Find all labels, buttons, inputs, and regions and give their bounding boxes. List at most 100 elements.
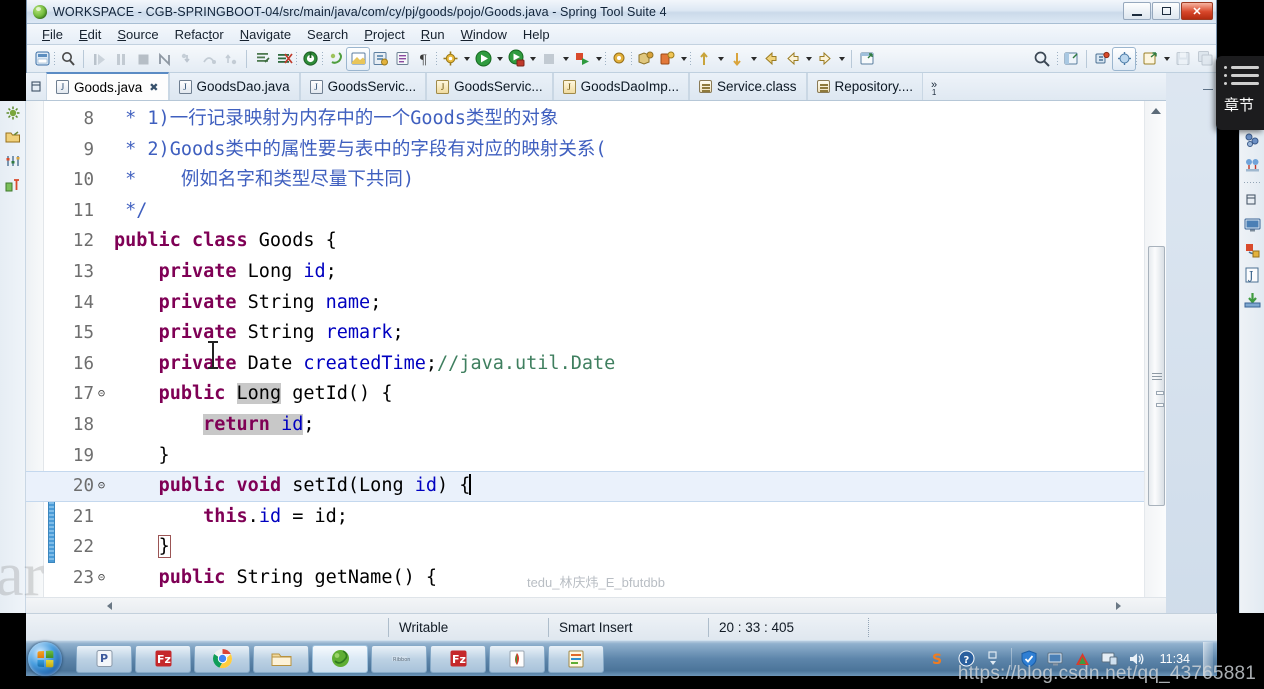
- validate-icon[interactable]: [391, 48, 413, 70]
- new-java-package-icon[interactable]: [634, 48, 656, 70]
- menu-run[interactable]: Run: [413, 26, 453, 43]
- code-line-14[interactable]: 14 private String name;: [26, 288, 1144, 319]
- menu-edit[interactable]: Edit: [71, 26, 109, 43]
- menu-refactor[interactable]: Refactor: [167, 26, 232, 43]
- step-over-icon[interactable]: [198, 48, 220, 70]
- close-button[interactable]: ✕: [1181, 2, 1213, 20]
- disconnect-icon[interactable]: [154, 48, 176, 70]
- code-line-10[interactable]: 10 * 例如名字和类型尽量下共同): [26, 165, 1144, 196]
- tab-goods-java[interactable]: Goods.java ✖: [46, 72, 169, 100]
- fold-toggle-icon[interactable]: [96, 480, 107, 491]
- remove-all-breakpoints-icon[interactable]: [273, 48, 295, 70]
- menu-file[interactable]: File: [34, 26, 71, 43]
- search-icon[interactable]: [1028, 48, 1056, 70]
- terminate-icon[interactable]: [132, 48, 154, 70]
- taskbar-item-chrome[interactable]: [194, 644, 250, 673]
- code-editor[interactable]: 8 * 1)一行记录映射为内存中的一个Goods类型的对象 9 * 2)Good…: [26, 101, 1166, 613]
- suspend-icon[interactable]: [110, 48, 132, 70]
- java-ee-perspective-icon[interactable]: [1091, 48, 1113, 70]
- minimize-view-icon[interactable]: [1203, 84, 1213, 90]
- debug-dropdown-icon[interactable]: [527, 49, 538, 69]
- new-class-dropdown-icon[interactable]: [678, 49, 689, 69]
- taskbar-item-filezilla-2[interactable]: Fz: [430, 644, 486, 673]
- spring-boot-dashboard-icon[interactable]: [3, 103, 23, 123]
- menu-search[interactable]: Search: [299, 26, 356, 43]
- external-tools-icon[interactable]: [439, 48, 461, 70]
- menu-project[interactable]: Project: [356, 26, 412, 43]
- boot-dashboard-icon[interactable]: [299, 48, 321, 70]
- taskbar-item-explorer[interactable]: [253, 644, 309, 673]
- open-perspective-icon[interactable]: [1060, 48, 1082, 70]
- new-dropdown-icon[interactable]: [1161, 49, 1172, 69]
- run-dropdown-icon[interactable]: [494, 49, 505, 69]
- taskbar-item-filezilla[interactable]: Fz: [135, 644, 191, 673]
- prev-annotation-dropdown-icon[interactable]: [715, 49, 726, 69]
- show-debug-view-icon[interactable]: [251, 48, 273, 70]
- taskbar-item-notes-app[interactable]: [548, 644, 604, 673]
- tab-service-class[interactable]: Service.class: [688, 73, 807, 100]
- next-annotation-dropdown-icon[interactable]: [748, 49, 759, 69]
- tab-goodsservice-1[interactable]: GoodsServic...: [299, 73, 427, 100]
- tab-overflow-indicator[interactable]: » 1: [931, 80, 937, 100]
- code-text-area[interactable]: 8 * 1)一行记录映射为内存中的一个Goods类型的对象 9 * 2)Good…: [26, 101, 1144, 613]
- outline-icon[interactable]: [1242, 130, 1262, 150]
- forward-icon[interactable]: [814, 48, 836, 70]
- inspect-icon[interactable]: [57, 48, 79, 70]
- scroll-right-icon[interactable]: [1116, 601, 1126, 611]
- previous-annotation-icon[interactable]: [693, 48, 715, 70]
- code-line-18[interactable]: 18 return id;: [26, 410, 1144, 441]
- new-icon[interactable]: [1139, 48, 1161, 70]
- tab-goodsdao-java[interactable]: GoodsDao.java: [168, 73, 300, 100]
- chapters-overlay-panel[interactable]: 章节: [1216, 56, 1264, 130]
- menu-window[interactable]: Window: [453, 26, 515, 43]
- taskbar-item-pdf-reader[interactable]: [489, 644, 545, 673]
- fold-toggle-icon[interactable]: [96, 388, 107, 399]
- debug-icon[interactable]: [505, 48, 527, 70]
- generate-icon[interactable]: [369, 48, 391, 70]
- fold-toggle-icon[interactable]: [96, 572, 107, 583]
- code-line-22[interactable]: 22 }: [26, 532, 1144, 563]
- minimize-button[interactable]: [1123, 2, 1151, 20]
- code-line-20[interactable]: 20 public void setId(Long id) {: [26, 471, 1144, 502]
- start-button-icon[interactable]: [28, 641, 62, 676]
- run-last-dropdown-icon[interactable]: [593, 49, 604, 69]
- progress-icon[interactable]: [1242, 240, 1262, 260]
- new-java-class-icon[interactable]: [656, 48, 678, 70]
- console-icon[interactable]: [1242, 215, 1262, 235]
- paragraph-icon[interactable]: ¶: [413, 48, 435, 70]
- back-dropdown-icon[interactable]: [803, 49, 814, 69]
- tasks-icon[interactable]: [1242, 190, 1262, 210]
- editor-vertical-scrollbar[interactable]: [1144, 101, 1166, 613]
- code-line-13[interactable]: 13 private Long id;: [26, 257, 1144, 288]
- tab-close-icon[interactable]: ✖: [149, 81, 158, 94]
- code-line-9[interactable]: 9 * 2)Goods类中的属性要与表中的字段有对应的映射关系(: [26, 135, 1144, 166]
- menu-help[interactable]: Help: [515, 26, 558, 43]
- restore-button[interactable]: [1152, 2, 1180, 20]
- tab-repository-class[interactable]: Repository....: [806, 73, 924, 100]
- run-icon[interactable]: [472, 48, 494, 70]
- sogou-input-icon[interactable]: S: [930, 649, 950, 669]
- code-line-23[interactable]: 23 public String getName() {: [26, 563, 1144, 594]
- resume-icon[interactable]: [88, 48, 110, 70]
- tab-list-icon[interactable]: [26, 73, 46, 100]
- code-line-16[interactable]: 16 private Date createdTime;//java.util.…: [26, 349, 1144, 380]
- code-line-11[interactable]: 11 */: [26, 196, 1144, 227]
- code-line-8[interactable]: 8 * 1)一行记录映射为内存中的一个Goods类型的对象: [26, 104, 1144, 135]
- scrollbar-thumb[interactable]: [1148, 246, 1165, 506]
- junit-icon[interactable]: [3, 175, 23, 195]
- code-line-21[interactable]: 21 this.id = id;: [26, 502, 1144, 533]
- next-annotation-icon[interactable]: [726, 48, 748, 70]
- code-line-12[interactable]: 12 public class Goods {: [26, 226, 1144, 257]
- step-return-icon[interactable]: [220, 48, 242, 70]
- scroll-left-icon[interactable]: [102, 601, 112, 611]
- package-explorer-icon[interactable]: [3, 127, 23, 147]
- taskbar-item-spring-tool-suite[interactable]: [312, 644, 368, 673]
- coverage-dropdown-icon[interactable]: [560, 49, 571, 69]
- java-perspective-icon[interactable]: [1112, 46, 1136, 71]
- code-line-19[interactable]: 19 }: [26, 441, 1144, 472]
- editor-horizontal-scrollbar[interactable]: [26, 597, 1166, 613]
- new-window-icon[interactable]: [856, 48, 878, 70]
- code-line-15[interactable]: 15 private String remark;: [26, 318, 1144, 349]
- tab-goodsdaoimpl[interactable]: GoodsDaoImp...: [552, 73, 689, 100]
- save-icon[interactable]: [1172, 48, 1194, 70]
